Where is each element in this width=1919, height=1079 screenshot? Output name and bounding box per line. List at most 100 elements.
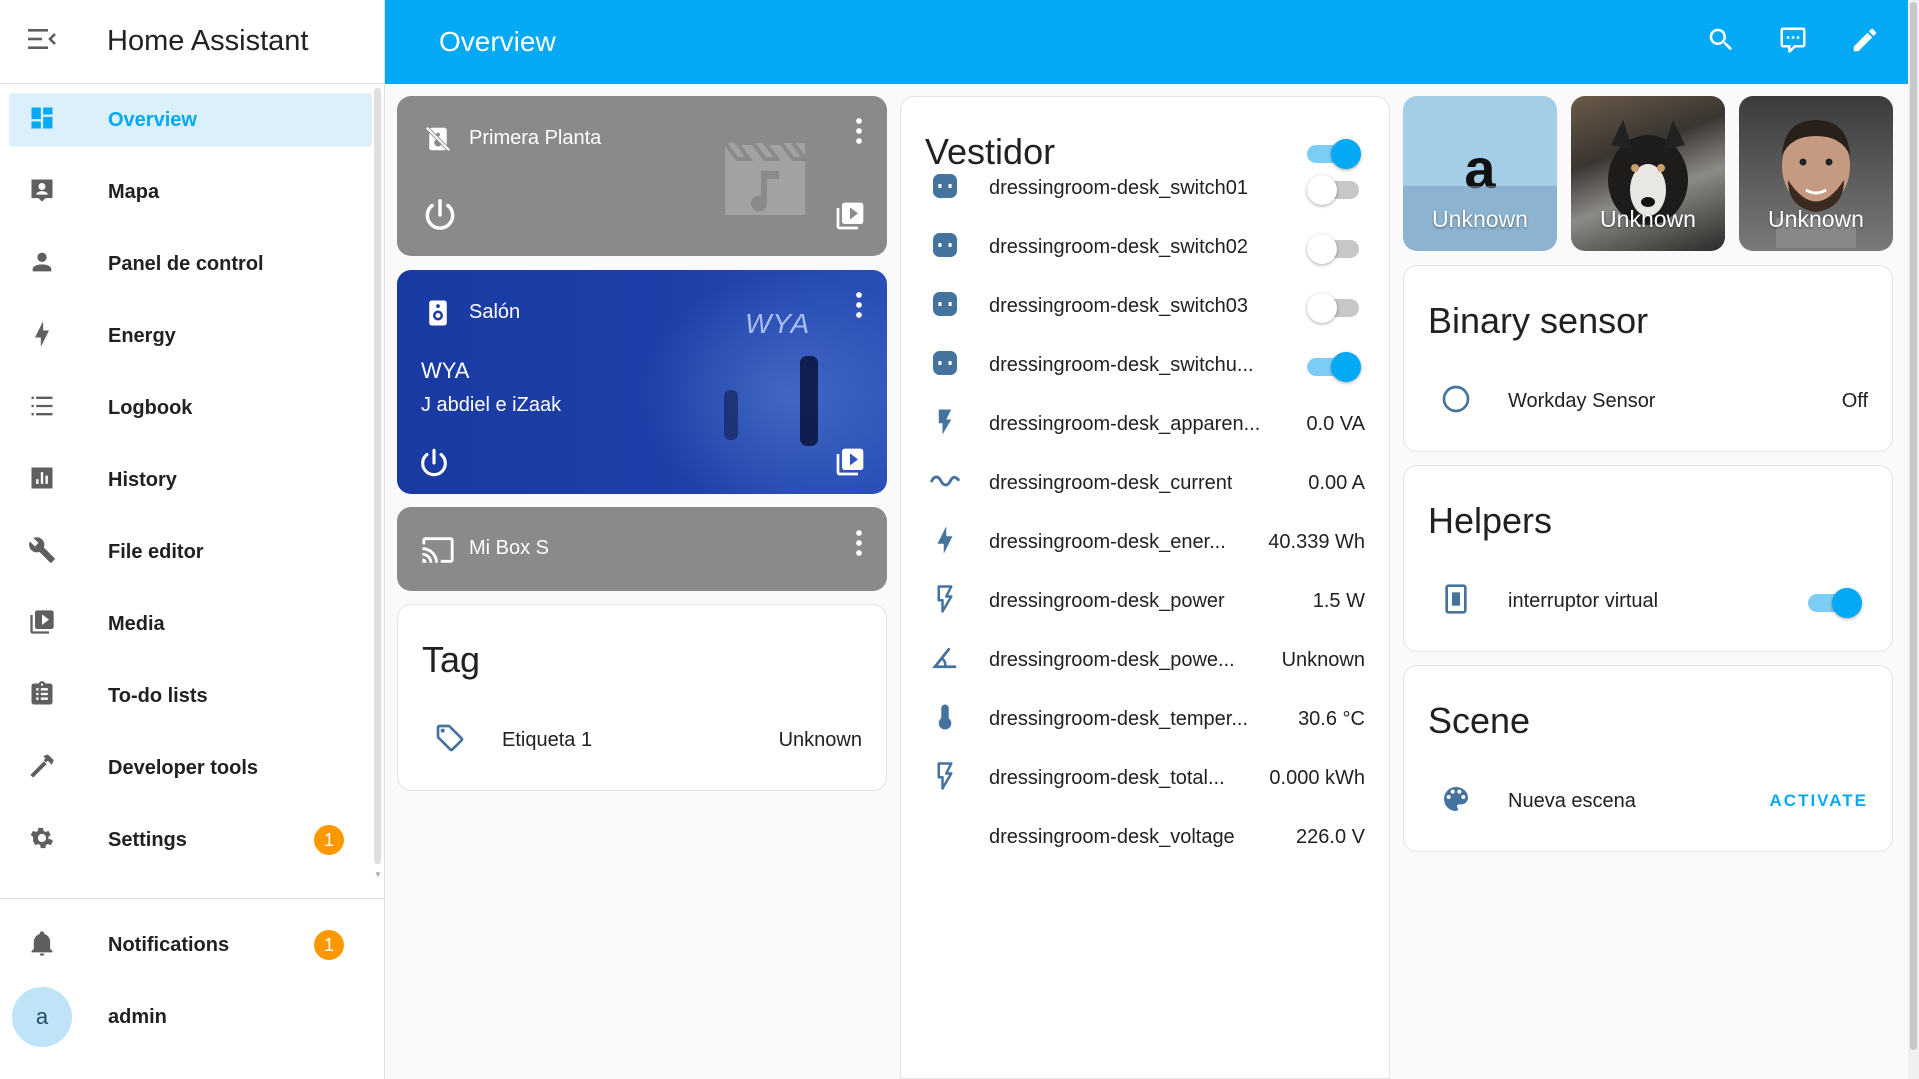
wrench-icon bbox=[28, 536, 56, 569]
top-app-bar: Overview bbox=[385, 0, 1908, 84]
scroll-down-arrow[interactable]: ▼ bbox=[374, 870, 382, 879]
person-badge-dog[interactable]: Unknown bbox=[1571, 96, 1725, 251]
app-title: Home Assistant bbox=[107, 25, 309, 57]
more-options-icon[interactable] bbox=[852, 528, 866, 563]
list-icon bbox=[28, 392, 56, 425]
menu-toggle-button[interactable] bbox=[0, 27, 84, 56]
avatar: a bbox=[12, 987, 72, 1047]
media-card-mi-box-s[interactable]: Mi Box S bbox=[397, 507, 887, 591]
activate-scene-button[interactable]: ACTIVATE bbox=[1770, 791, 1892, 811]
flash-icon bbox=[930, 407, 960, 442]
sidebar-item-user[interactable]: a admin bbox=[0, 981, 385, 1053]
edit-dashboard-button[interactable] bbox=[1829, 6, 1901, 78]
sidebar-item-notifications[interactable]: Notifications 1 bbox=[0, 909, 385, 981]
sidebar-item-overview[interactable]: Overview bbox=[0, 84, 372, 156]
sidebar-item-logbook[interactable]: Logbook bbox=[0, 372, 372, 444]
more-options-icon[interactable] bbox=[852, 116, 866, 151]
entity-row[interactable]: dressingroom-desk_voltage 226.0 V bbox=[901, 801, 1389, 873]
user-name: admin bbox=[108, 1005, 167, 1028]
track-artist: J abdiel e iZaak bbox=[421, 394, 562, 416]
entity-name: dressingroom-desk_temper... bbox=[989, 707, 1249, 730]
media-card-primera-planta[interactable]: Primera Planta bbox=[397, 96, 887, 256]
entity-name: dressingroom-desk_ener... bbox=[989, 530, 1226, 553]
lightning-bolt-icon bbox=[930, 525, 960, 560]
thermometer-icon bbox=[930, 702, 960, 737]
tag-outline-icon bbox=[434, 722, 466, 759]
entity-state: 40.339 Wh bbox=[1268, 530, 1365, 553]
hammer-icon bbox=[28, 752, 56, 785]
sidebar-item-label: History bbox=[108, 468, 177, 491]
page-scrollbar-thumb[interactable] bbox=[1910, 2, 1917, 1050]
menu-open-icon bbox=[27, 27, 57, 56]
sidebar-item-label: Media bbox=[108, 612, 165, 635]
album-art-figure bbox=[724, 390, 738, 440]
current-ac-icon bbox=[929, 465, 961, 502]
chart-box-icon bbox=[28, 464, 56, 497]
sidebar-scrollbar[interactable] bbox=[374, 88, 381, 864]
sidebar-item-energy[interactable]: Energy bbox=[0, 300, 372, 372]
person-badge-man[interactable]: Unknown bbox=[1739, 96, 1893, 251]
sidebar-item-file-editor[interactable]: File editor bbox=[0, 516, 372, 588]
sidebar-item-history[interactable]: History bbox=[0, 444, 372, 516]
sidebar-item-label: File editor bbox=[108, 540, 204, 563]
radiobox-blank-icon bbox=[1440, 383, 1472, 420]
entity-name: dressingroom-desk_apparen... bbox=[989, 412, 1261, 435]
entity-toggle[interactable] bbox=[1307, 234, 1361, 264]
more-options-icon[interactable] bbox=[852, 290, 866, 325]
media-player-name: Salón bbox=[469, 301, 521, 323]
entity-name: Nueva escena bbox=[1508, 789, 1636, 812]
entity-toggle[interactable] bbox=[1307, 293, 1361, 323]
entity-state: Off bbox=[1841, 389, 1868, 412]
media-card-salon[interactable]: WYA Salón WYA J abdiel e iZaak bbox=[397, 270, 887, 494]
sidebar-item-label: Mapa bbox=[108, 180, 160, 203]
sidebar-item-to-do-lists[interactable]: To-do lists bbox=[0, 660, 372, 732]
entity-toggle[interactable] bbox=[1307, 352, 1361, 382]
entity-name: dressingroom-desk_powe... bbox=[989, 648, 1235, 671]
search-button[interactable] bbox=[1685, 6, 1757, 78]
person-state: Unknown bbox=[1432, 206, 1528, 232]
power-button-icon[interactable] bbox=[417, 446, 451, 485]
entity-row[interactable]: Workday Sensor Off bbox=[1404, 365, 1892, 437]
power-socket-icon bbox=[929, 229, 961, 266]
card-title: Helpers bbox=[1428, 500, 1553, 541]
sidebar-item-label: Notifications bbox=[108, 933, 230, 956]
track-title: WYA bbox=[421, 358, 470, 383]
binary-sensor-card: Binary sensor Workday Sensor Off bbox=[1403, 265, 1893, 452]
pencil-icon bbox=[1850, 25, 1880, 60]
entity-row[interactable]: Etiqueta 1 Unknown bbox=[398, 704, 886, 776]
page-scrollbar[interactable] bbox=[1908, 0, 1919, 1079]
play-box-multiple-icon bbox=[28, 608, 56, 641]
sidebar-item-settings[interactable]: Settings 1 bbox=[0, 804, 372, 876]
media-player-name: Mi Box S bbox=[469, 537, 550, 559]
sidebar-item-label: Settings bbox=[108, 828, 187, 851]
sidebar-item-media[interactable]: Media bbox=[0, 588, 372, 660]
scene-card: Scene Nueva escena ACTIVATE bbox=[1403, 665, 1893, 852]
browse-media-icon[interactable] bbox=[834, 446, 866, 483]
browse-media-icon[interactable] bbox=[834, 200, 866, 237]
entity-name: dressingroom-desk_total... bbox=[989, 766, 1225, 789]
sidebar-item-label: Logbook bbox=[108, 396, 193, 419]
cast-icon bbox=[421, 533, 455, 572]
entity-state: 1.5 W bbox=[1312, 589, 1365, 612]
entity-state: Unknown bbox=[778, 728, 862, 751]
power-button-icon[interactable] bbox=[421, 196, 459, 239]
interruptor-virtual-toggle[interactable] bbox=[1808, 588, 1862, 618]
sidebar-item-panel-de-control[interactable]: Panel de control bbox=[0, 228, 372, 300]
album-art-figure bbox=[800, 356, 818, 446]
entity-name: dressingroom-desk_voltage bbox=[989, 825, 1235, 848]
entity-toggle[interactable] bbox=[1307, 175, 1361, 205]
entity-name: dressingroom-desk_switch02 bbox=[989, 235, 1249, 258]
assist-button[interactable] bbox=[1757, 6, 1829, 78]
helpers-card: Helpers interruptor virtual bbox=[1403, 465, 1893, 652]
vestidor-card: Vestidor dressingroom-desk_switch01 dress… bbox=[900, 96, 1390, 1079]
entity-row[interactable]: interruptor virtual bbox=[1404, 565, 1892, 637]
sidebar-item-mapa[interactable]: Mapa bbox=[0, 156, 372, 228]
person-badge-admin[interactable]: a Unknown bbox=[1403, 96, 1557, 251]
map-account-icon bbox=[28, 176, 56, 209]
tag-card: Tag Etiqueta 1 Unknown bbox=[397, 604, 887, 791]
sidebar-item-developer-tools[interactable]: Developer tools bbox=[0, 732, 372, 804]
entity-name: dressingroom-desk_switchu... bbox=[989, 353, 1254, 376]
card-title: Scene bbox=[1428, 700, 1531, 741]
entity-name: dressingroom-desk_power bbox=[989, 589, 1225, 612]
card-title: Binary sensor bbox=[1428, 300, 1649, 341]
